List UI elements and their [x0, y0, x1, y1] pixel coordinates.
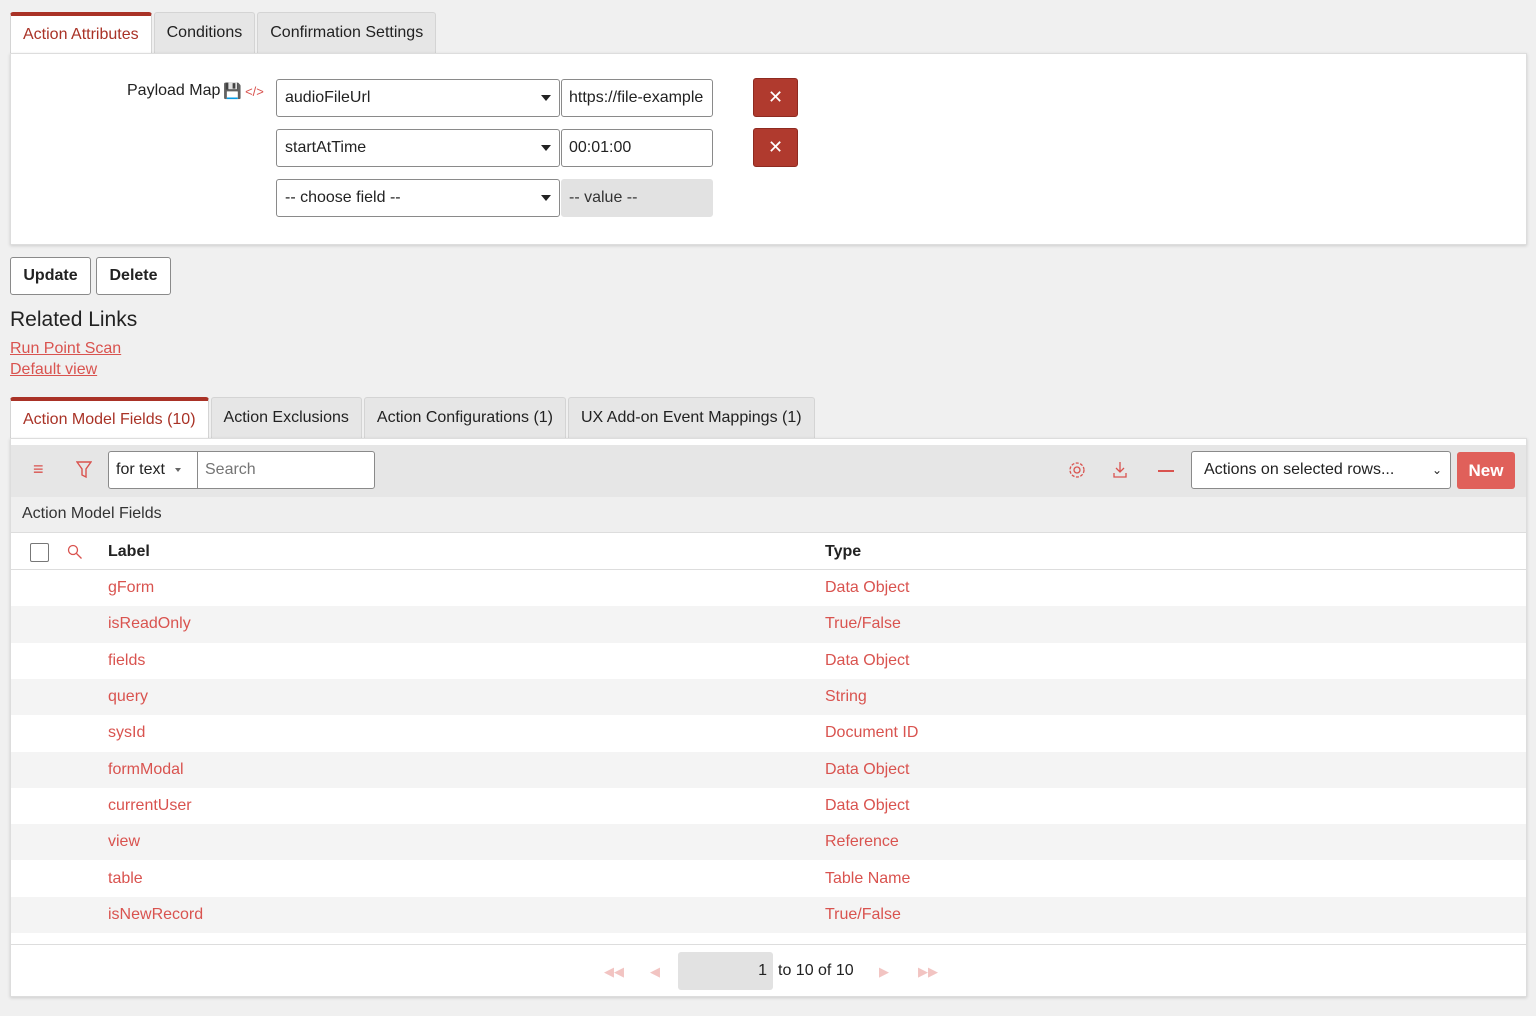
tab-action-configurations[interactable]: Action Configurations (1)	[364, 397, 566, 438]
table-row: isNewRecord True/False	[11, 897, 1526, 933]
tab-confirmation-settings[interactable]: Confirmation Settings	[257, 12, 436, 53]
form-tabs: Action Attributes Conditions Confirmatio…	[10, 12, 436, 53]
delete-button[interactable]: Delete	[96, 257, 171, 295]
table-row: isReadOnly True/False	[11, 606, 1526, 642]
table-row: table Table Name	[11, 860, 1526, 896]
next-page-icon[interactable]: ▶	[879, 964, 889, 980]
select-all-checkbox[interactable]	[30, 543, 49, 562]
row-type[interactable]: String	[825, 688, 867, 706]
table-row: view Reference	[11, 824, 1526, 860]
choose-field-select[interactable]: -- choose field --	[276, 179, 560, 217]
table-row: formModal Data Object	[11, 752, 1526, 788]
field-value: startAtTime	[285, 139, 366, 157]
actions-on-selected-rows-select[interactable]: Actions on selected rows... ⌄	[1191, 451, 1451, 489]
column-label[interactable]: Label	[108, 543, 150, 561]
run-point-scan-link[interactable]: Run Point Scan	[10, 340, 121, 358]
search-column-icon[interactable]	[67, 544, 83, 560]
table-row: fields Data Object	[11, 643, 1526, 679]
menu-icon[interactable]: ≡	[33, 459, 44, 480]
field-placeholder: -- choose field --	[285, 189, 401, 207]
payload-map-label: Payload Map	[127, 82, 220, 100]
default-view-link[interactable]: Default view	[10, 361, 97, 379]
row-label[interactable]: view	[108, 833, 140, 851]
row-label[interactable]: table	[108, 870, 143, 888]
tab-conditions[interactable]: Conditions	[154, 12, 256, 53]
field-value: audioFileUrl	[285, 89, 370, 107]
table-row: query String	[11, 679, 1526, 715]
remove-row-button[interactable]: ✕	[753, 78, 798, 117]
save-icon[interactable]: 💾	[223, 82, 242, 100]
payload-value-input[interactable]: 00:01:00	[561, 129, 713, 167]
last-page-icon[interactable]: ▶▶	[918, 964, 938, 980]
related-links-title: Related Links	[10, 308, 137, 332]
search-scope-select[interactable]: for text	[109, 452, 198, 488]
row-type[interactable]: Data Object	[825, 579, 909, 597]
code-icon[interactable]: </>	[245, 84, 264, 99]
row-label[interactable]: query	[108, 688, 148, 706]
caret-down-icon	[541, 95, 551, 101]
new-button[interactable]: New	[1457, 452, 1515, 489]
row-type[interactable]: Document ID	[825, 724, 918, 742]
row-label[interactable]: formModal	[108, 761, 184, 779]
remove-row-button[interactable]: ✕	[753, 128, 798, 167]
tab-action-exclusions[interactable]: Action Exclusions	[211, 397, 362, 438]
search-scope-value: for text	[116, 461, 165, 479]
row-label[interactable]: isNewRecord	[108, 906, 203, 924]
first-page-icon[interactable]: ◀◀	[604, 964, 624, 980]
tab-action-attributes[interactable]: Action Attributes	[10, 12, 152, 53]
column-type[interactable]: Type	[825, 543, 861, 561]
row-label[interactable]: isReadOnly	[108, 615, 191, 633]
collapse-icon[interactable]	[1158, 470, 1174, 472]
list-toolbar: ≡ for text Actions on selected rows...⌄ …	[11, 445, 1526, 497]
row-label[interactable]: fields	[108, 652, 145, 670]
close-icon: ✕	[768, 87, 783, 108]
row-type[interactable]: Data Object	[825, 652, 909, 670]
row-label[interactable]: gForm	[108, 579, 154, 597]
row-label[interactable]: currentUser	[108, 797, 192, 815]
row-type[interactable]: Data Object	[825, 797, 909, 815]
table-row: currentUser Data Object	[11, 788, 1526, 824]
row-type[interactable]: Reference	[825, 833, 899, 851]
page-number-input[interactable]: 1	[678, 952, 773, 990]
payload-field-select[interactable]: audioFileUrl	[276, 79, 560, 117]
actions-value: Actions on selected rows...	[1204, 461, 1394, 479]
table-row: gForm Data Object	[11, 570, 1526, 606]
row-type[interactable]: Table Name	[825, 870, 910, 888]
divider	[11, 944, 1526, 945]
payload-value-input[interactable]: https://file-example	[561, 79, 713, 117]
tab-ux-addon-event-mappings[interactable]: UX Add-on Event Mappings (1)	[568, 397, 815, 438]
caret-down-icon	[541, 145, 551, 151]
previous-page-icon[interactable]: ◀	[650, 964, 660, 980]
row-type[interactable]: True/False	[825, 906, 901, 924]
table-row: sysId Document ID	[11, 715, 1526, 751]
related-list-tabs: Action Model Fields (10) Action Exclusio…	[10, 397, 815, 438]
gear-icon[interactable]	[1068, 461, 1086, 479]
row-type[interactable]: True/False	[825, 615, 901, 633]
search-input[interactable]	[198, 452, 368, 488]
column-header-row: Label Type	[11, 532, 1526, 570]
value-input-disabled: -- value --	[561, 179, 713, 217]
row-type[interactable]: Data Object	[825, 761, 909, 779]
caret-down-icon	[541, 195, 551, 201]
row-label[interactable]: sysId	[108, 724, 145, 742]
filter-icon[interactable]	[76, 461, 92, 479]
payload-field-select[interactable]: startAtTime	[276, 129, 560, 167]
update-button[interactable]: Update	[10, 257, 91, 295]
caret-down-icon	[175, 468, 181, 472]
list-title: Action Model Fields	[11, 497, 1526, 532]
download-icon[interactable]	[1112, 461, 1128, 479]
chevron-down-icon: ⌄	[1432, 463, 1442, 477]
form-panel: Payload Map 💾 </> audioFileUrl https://f…	[10, 53, 1527, 245]
page-range: to 10 of 10	[778, 962, 854, 980]
close-icon: ✕	[768, 137, 783, 158]
tab-action-model-fields[interactable]: Action Model Fields (10)	[10, 397, 209, 438]
